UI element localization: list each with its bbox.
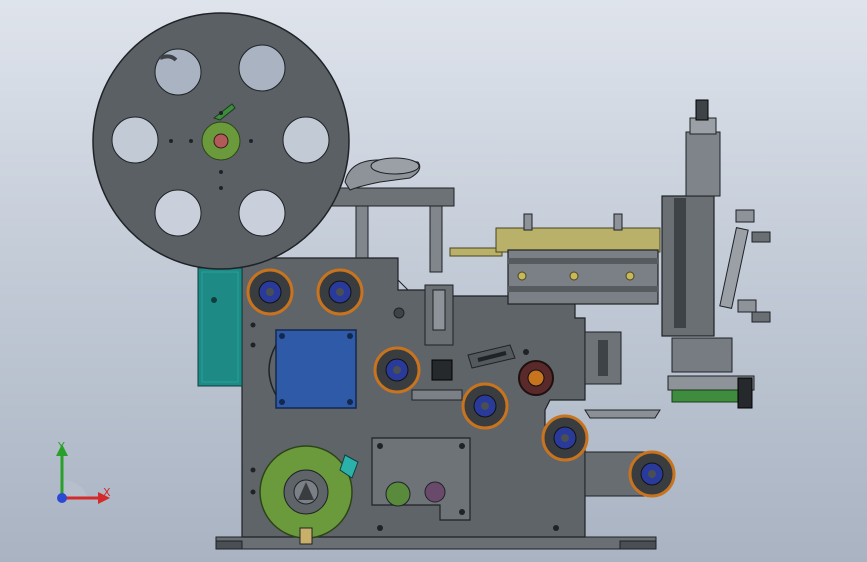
- tension-idler: [424, 481, 446, 503]
- motor-screw-3: [279, 399, 285, 405]
- frame-post-1: [355, 205, 369, 267]
- slide-track-2: [508, 286, 658, 292]
- slide-screw-3: [625, 271, 635, 281]
- plate-hole-8: [250, 489, 256, 495]
- roller-4[interactable]: [461, 382, 509, 430]
- roller-3[interactable]: [373, 346, 421, 394]
- plate-hole-6: [250, 342, 256, 348]
- applicator-block: [671, 337, 733, 373]
- cad-viewport[interactable]: Y X: [0, 0, 867, 562]
- reel-hub-center: [213, 133, 229, 149]
- peel-bracket-slot: [598, 340, 608, 376]
- plate-hole-4: [553, 525, 559, 531]
- reel-hole-4: [238, 189, 286, 237]
- peel-plate: [584, 409, 661, 419]
- reel-screw-3: [219, 186, 223, 190]
- sensor-base: [411, 389, 463, 401]
- motor-screw-1: [279, 333, 285, 339]
- drive-roller[interactable]: [518, 360, 554, 396]
- applicator-sensor: [737, 377, 753, 409]
- pneumatic-fitting-1: [735, 209, 755, 223]
- frame-post-2: [429, 205, 443, 273]
- main-plate-notch: [397, 258, 409, 291]
- roller-2[interactable]: [316, 268, 364, 316]
- roller-6[interactable]: [628, 450, 676, 498]
- pneumatic-valve-2: [751, 311, 771, 323]
- x-axis-label: X: [103, 486, 111, 499]
- slide-track-1: [508, 258, 658, 264]
- tension-gear: [385, 481, 411, 507]
- base-foot-right: [619, 540, 657, 550]
- base-foot-left: [215, 540, 243, 550]
- pneumatic-valve-1: [751, 231, 771, 243]
- sensor-head: [431, 359, 453, 381]
- motor-screw-2: [347, 333, 353, 339]
- motor-screw-4: [347, 399, 353, 405]
- triad-graphic: [56, 444, 110, 504]
- frame-top-bar: [329, 187, 455, 207]
- reel-screw-5: [169, 139, 173, 143]
- panel-screw: [211, 297, 217, 303]
- base-plate: [215, 536, 657, 550]
- reel-hole-6: [111, 116, 159, 164]
- slide-post-1: [523, 213, 533, 231]
- sensor-slide: [432, 289, 446, 331]
- handle-knob: [370, 157, 420, 175]
- vertical-column: [661, 195, 715, 337]
- plate-hole-1: [393, 307, 405, 319]
- cylinder-body: [685, 131, 721, 197]
- column-slot: [674, 198, 686, 328]
- reel-screw-4: [189, 139, 193, 143]
- roller-1[interactable]: [246, 268, 294, 316]
- plate-hole-3: [377, 525, 383, 531]
- slide-post-2: [613, 213, 623, 231]
- plate-hole-2: [523, 349, 529, 355]
- orientation-triad[interactable]: Y X: [40, 440, 130, 510]
- brass-rod: [449, 247, 503, 257]
- tension-screw-3: [459, 509, 465, 515]
- labeling-machine-model[interactable]: [0, 0, 867, 562]
- plate-hole-7: [250, 467, 256, 473]
- plate-hole-5: [250, 322, 256, 328]
- cylinder-fitting: [695, 99, 709, 121]
- reel-hole-5: [154, 189, 202, 237]
- pneumatic-cylinder: [719, 227, 749, 309]
- reel-screw-2: [219, 170, 223, 174]
- label-reel[interactable]: [92, 12, 350, 270]
- reel-screw-1: [219, 111, 223, 115]
- tension-screw-2: [459, 443, 465, 449]
- top-slide-rail: [495, 227, 661, 253]
- z-axis: [57, 493, 67, 503]
- reel-screw-6: [249, 139, 253, 143]
- reel-hole-2: [238, 44, 286, 92]
- slide-screw-1: [517, 271, 527, 281]
- roller-5[interactable]: [541, 414, 589, 462]
- pneumatic-fitting-2: [737, 299, 757, 313]
- blue-motor: [275, 329, 357, 409]
- tension-screw-1: [377, 443, 383, 449]
- slide-screw-2: [569, 271, 579, 281]
- applicator-pad: [671, 389, 743, 403]
- reel-hole-3: [282, 116, 330, 164]
- y-axis-label: Y: [58, 440, 65, 453]
- cyan-side-panel: [197, 267, 243, 387]
